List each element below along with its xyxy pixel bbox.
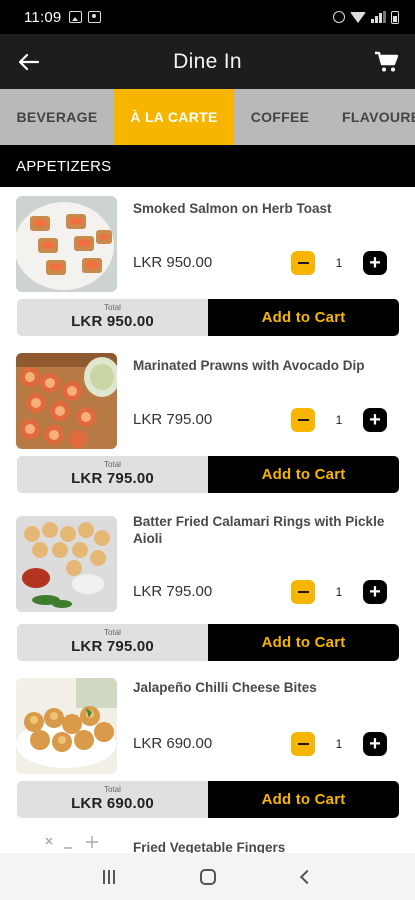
total-label: Total bbox=[104, 785, 121, 794]
total-box: Total LKR 690.00 bbox=[17, 781, 208, 818]
item-image-placeholder bbox=[16, 832, 117, 853]
item-image bbox=[16, 678, 117, 774]
increase-button[interactable]: + bbox=[363, 732, 387, 756]
quantity-value: 1 bbox=[335, 256, 343, 270]
quantity-value: 1 bbox=[335, 737, 343, 751]
add-to-cart-button[interactable]: Add to Cart bbox=[208, 456, 399, 493]
status-bar: 11:09 bbox=[0, 0, 415, 34]
total-label: Total bbox=[104, 460, 121, 469]
signal-icon bbox=[371, 11, 386, 23]
total-value: LKR 950.00 bbox=[71, 313, 154, 330]
total-box: Total LKR 795.00 bbox=[17, 456, 208, 493]
item-image bbox=[16, 353, 117, 449]
status-time: 11:09 bbox=[24, 8, 62, 26]
total-box: Total LKR 795.00 bbox=[17, 624, 208, 661]
shopping-cart-icon bbox=[375, 51, 398, 71]
item-name: Jalapeño Chilli Cheese Bites bbox=[133, 680, 317, 695]
tab-coffee[interactable]: COFFEE bbox=[234, 89, 326, 145]
increase-button[interactable]: + bbox=[363, 580, 387, 604]
decrease-button[interactable] bbox=[291, 251, 315, 275]
increase-button[interactable]: + bbox=[363, 251, 387, 275]
minus-icon bbox=[297, 262, 309, 264]
decrease-button[interactable] bbox=[291, 580, 315, 604]
minus-icon bbox=[297, 591, 309, 593]
item-price: LKR 690.00 bbox=[133, 735, 213, 752]
item-name: Marinated Prawns with Avocado Dip bbox=[133, 358, 365, 373]
total-value: LKR 795.00 bbox=[71, 470, 154, 487]
back-nav-icon[interactable] bbox=[300, 869, 315, 884]
page-title: Dine In bbox=[173, 49, 242, 73]
tab-a-la-carte[interactable]: À LA CARTE bbox=[114, 89, 234, 145]
total-value: LKR 795.00 bbox=[71, 638, 154, 655]
quantity-value: 1 bbox=[335, 413, 343, 427]
item-name: Smoked Salmon on Herb Toast bbox=[133, 201, 332, 216]
item-price: LKR 950.00 bbox=[133, 254, 213, 271]
arrow-left-icon bbox=[19, 53, 39, 70]
battery-icon bbox=[391, 10, 399, 24]
total-value: LKR 690.00 bbox=[71, 795, 154, 812]
total-label: Total bbox=[104, 628, 121, 637]
plus-icon: + bbox=[369, 252, 381, 274]
cart-button[interactable] bbox=[357, 34, 415, 89]
menu-item-list[interactable]: Smoked Salmon on Herb Toast LKR 950.00 1… bbox=[0, 187, 415, 853]
item-price: LKR 795.00 bbox=[133, 411, 213, 428]
alarm-icon bbox=[333, 11, 345, 23]
add-to-cart-button[interactable]: Add to Cart bbox=[208, 299, 399, 336]
add-to-cart-button[interactable]: Add to Cart bbox=[208, 781, 399, 818]
decrease-button[interactable] bbox=[291, 408, 315, 432]
item-price: LKR 795.00 bbox=[133, 583, 213, 600]
app-notification-icon bbox=[88, 11, 102, 23]
total-box: Total LKR 950.00 bbox=[17, 299, 208, 336]
wifi-icon bbox=[350, 11, 366, 23]
quantity-value: 1 bbox=[335, 585, 343, 599]
item-image bbox=[16, 516, 117, 612]
total-label: Total bbox=[104, 303, 121, 312]
status-system-icons bbox=[333, 10, 399, 24]
back-button[interactable] bbox=[0, 34, 58, 89]
plus-icon: + bbox=[369, 409, 381, 431]
recent-apps-icon[interactable] bbox=[102, 869, 115, 884]
item-name: Batter Fried Calamari Rings with Pickle … bbox=[133, 514, 385, 546]
category-tabs: BEVERAGE À LA CARTE COFFEE FLAVOURE bbox=[0, 89, 415, 145]
tab-flavoure[interactable]: FLAVOURE bbox=[326, 89, 415, 145]
minus-icon bbox=[297, 419, 309, 421]
system-navigation-bar bbox=[0, 853, 415, 900]
status-notification-icons bbox=[69, 11, 102, 23]
home-icon[interactable] bbox=[200, 868, 217, 885]
section-header: APPETIZERS bbox=[0, 145, 415, 187]
item-name: Fried Vegetable Fingers bbox=[133, 840, 286, 853]
app-bar: Dine In bbox=[0, 34, 415, 89]
decrease-button[interactable] bbox=[291, 732, 315, 756]
quantity-stepper: 1 + bbox=[291, 251, 387, 275]
minus-icon bbox=[297, 743, 309, 745]
add-to-cart-button[interactable]: Add to Cart bbox=[208, 624, 399, 661]
item-image bbox=[16, 196, 117, 292]
gallery-notification-icon bbox=[69, 11, 83, 23]
quantity-stepper: 1 + bbox=[291, 408, 387, 432]
quantity-stepper: 1 + bbox=[291, 580, 387, 604]
plus-icon: + bbox=[369, 581, 381, 603]
tab-beverage[interactable]: BEVERAGE bbox=[0, 89, 114, 145]
increase-button[interactable]: + bbox=[363, 408, 387, 432]
quantity-stepper: 1 + bbox=[291, 732, 387, 756]
plus-icon: + bbox=[369, 733, 381, 755]
